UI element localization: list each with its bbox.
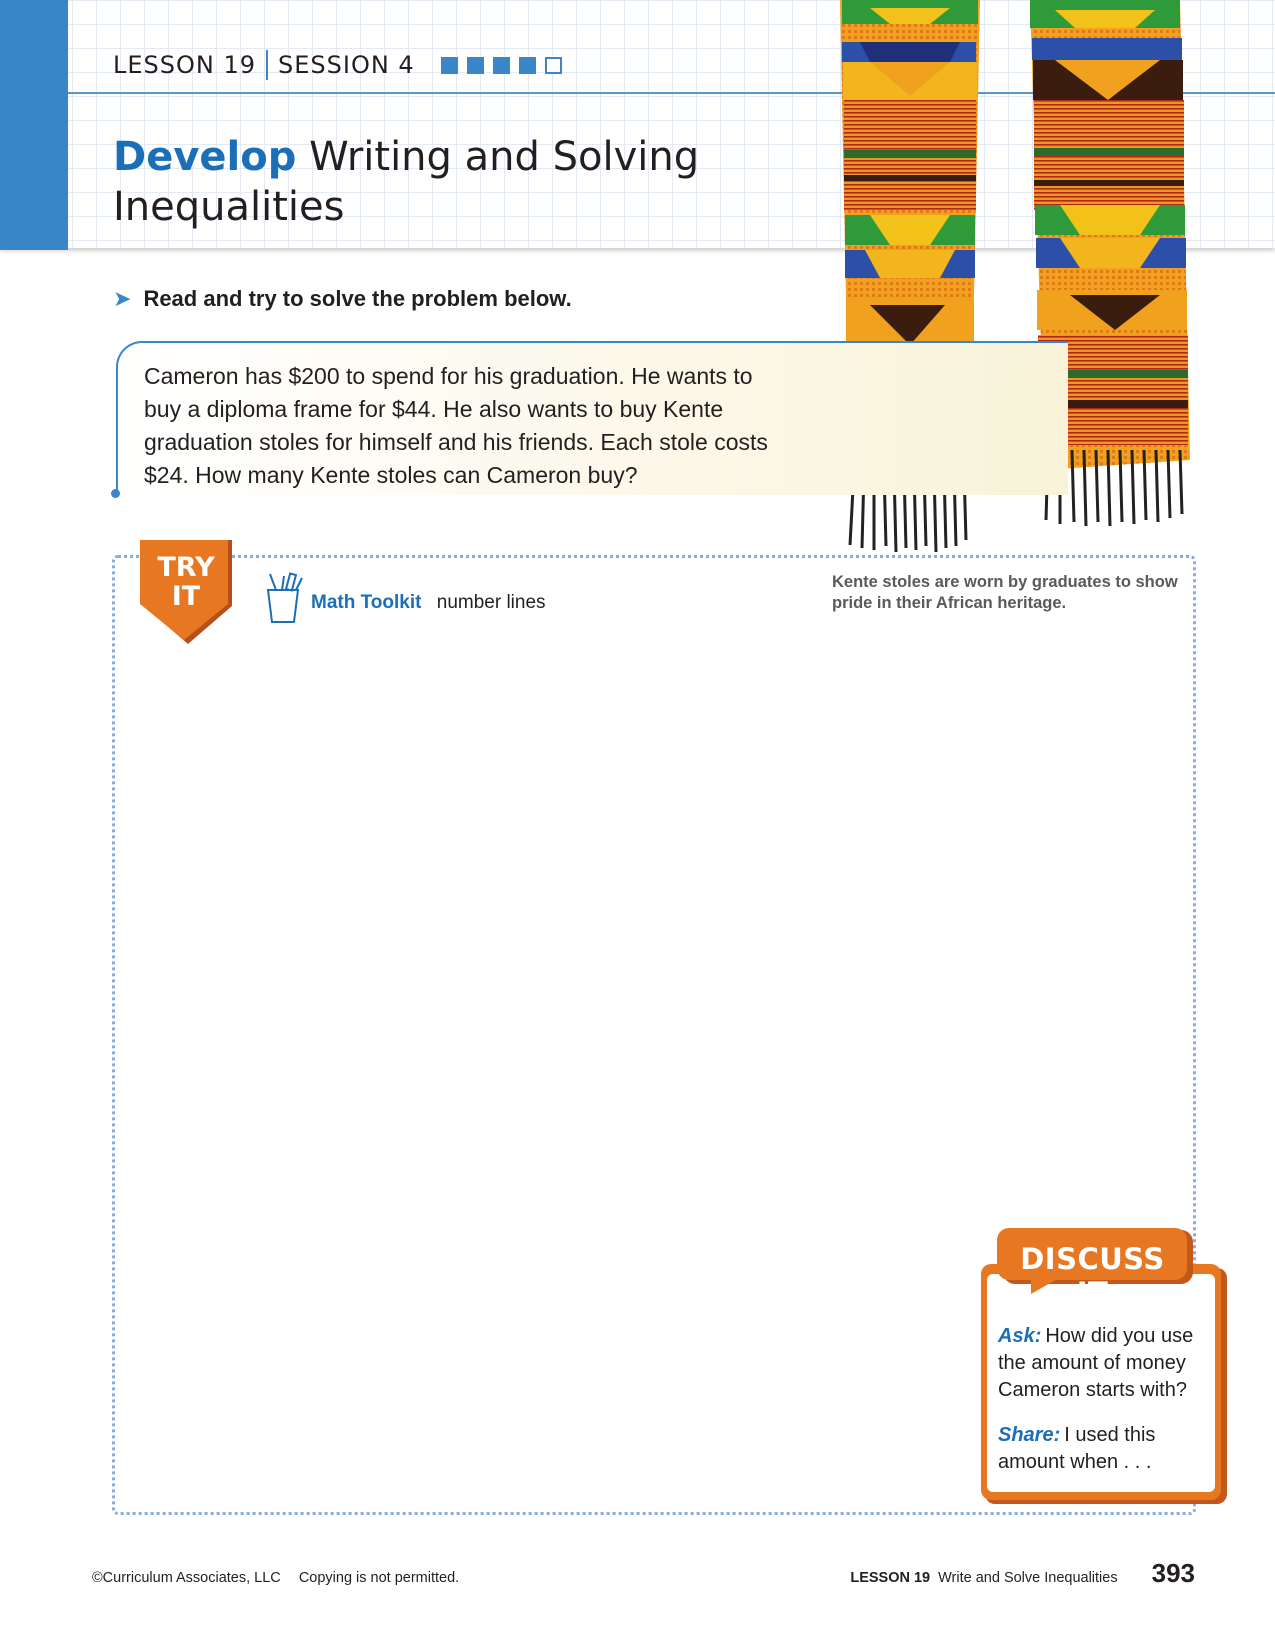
- progress-square-filled: [492, 56, 510, 74]
- footer-lesson: LESSON 19: [850, 1570, 931, 1586]
- instruction: ➤ Read and try to solve the problem belo…: [113, 286, 572, 312]
- footer-left: ©Curriculum Associates, LLC Copying is n…: [92, 1570, 459, 1586]
- page-title: Develop Writing and Solving Inequalities: [113, 132, 699, 232]
- problem-box-dot: [111, 489, 120, 498]
- title-line1: Writing and Solving: [296, 134, 700, 180]
- page-number: 393: [1151, 1558, 1195, 1588]
- title-develop: Develop: [113, 134, 297, 180]
- discuss-ask: Ask: How did you use the amount of money …: [998, 1323, 1208, 1404]
- pencil-cup-icon: [266, 572, 303, 623]
- footer-right: LESSON 19 Write and Solve Inequalities 3…: [850, 1558, 1195, 1589]
- discuss-it-title: DISCUSS IT: [1020, 1242, 1165, 1310]
- footer-lesson-title: Write and Solve Inequalities: [938, 1570, 1118, 1586]
- problem-text: Cameron has $200 to spend for his gradua…: [144, 363, 768, 488]
- session-progress: [440, 56, 562, 74]
- math-toolkit: Math Toolkit number lines: [311, 592, 546, 614]
- discuss-share: Share: I used this amount when . . .: [998, 1422, 1208, 1476]
- share-label: Share:: [998, 1424, 1061, 1446]
- progress-square-filled: [440, 56, 458, 74]
- header-side-bar: [0, 0, 68, 250]
- math-toolkit-label: Math Toolkit: [311, 592, 422, 613]
- try-label: TRY: [157, 552, 215, 583]
- copy-notice: Copying is not permitted.: [298, 1570, 460, 1586]
- progress-square-empty: [544, 56, 562, 74]
- it-label: IT: [171, 581, 201, 612]
- try-it-label: TRY IT: [140, 553, 232, 611]
- lesson-session-line: LESSON 19 SESSION 4: [113, 50, 562, 80]
- session-label: SESSION 4: [278, 51, 415, 79]
- math-toolkit-items: number lines: [436, 592, 546, 613]
- ask-label: Ask:: [998, 1325, 1042, 1347]
- chevron-arrow-icon: ➤: [113, 286, 132, 311]
- copyright: ©Curriculum Associates, LLC: [92, 1570, 281, 1586]
- progress-square-filled: [466, 56, 484, 74]
- divider: [266, 50, 269, 80]
- title-line2: Inequalities: [113, 184, 345, 230]
- instruction-text: Read and try to solve the problem below.: [143, 286, 572, 311]
- progress-square-filled: [518, 56, 536, 74]
- lesson-label: LESSON 19: [113, 51, 257, 79]
